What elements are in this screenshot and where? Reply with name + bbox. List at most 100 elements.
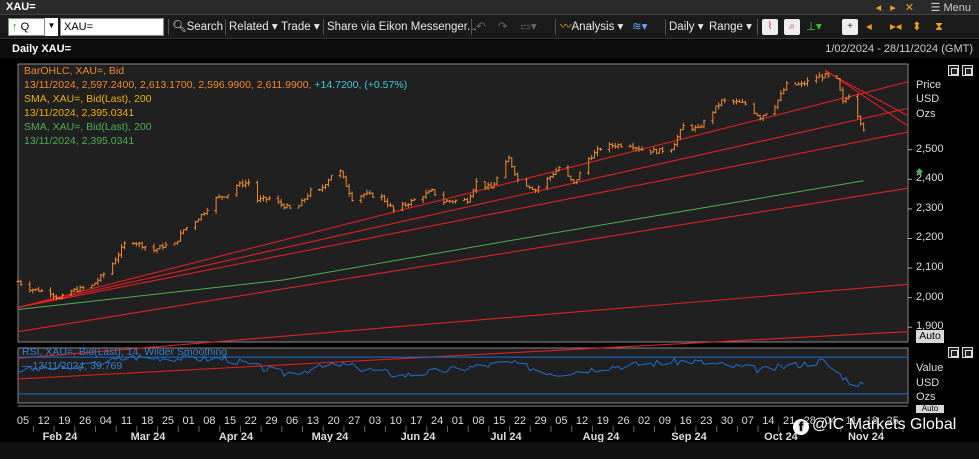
price-auto-scale-button[interactable]: Auto bbox=[916, 330, 944, 343]
interval-menu-button[interactable]: Daily ▾ bbox=[669, 18, 704, 36]
x-axis-day-label: 13 bbox=[307, 415, 319, 427]
restore-panel-icon[interactable] bbox=[948, 65, 959, 76]
legend-rsi-series: RSI, XAU=, Bid(Last), 14, Wilder Smoothi… bbox=[22, 346, 228, 358]
price-tick-label: 2,100 bbox=[916, 261, 944, 274]
x-axis-day-label: 10 bbox=[390, 415, 402, 427]
x-axis-day-label: 22 bbox=[514, 415, 526, 427]
toolbar-divider bbox=[168, 19, 169, 35]
ric-input[interactable] bbox=[60, 18, 164, 36]
trade-menu-button[interactable]: Trade ▾ bbox=[281, 18, 320, 36]
legend-sma-value-2: 13/11/2024, 2,395.0341 bbox=[24, 135, 135, 147]
x-axis-month-label: Jul 24 bbox=[490, 431, 522, 442]
restore-rsi-panel-icon[interactable] bbox=[948, 347, 959, 358]
search-icon: 🔍︎ bbox=[172, 21, 187, 33]
maximize-panel-icon[interactable] bbox=[962, 65, 973, 76]
legend-bar-values: 13/11/2024, 2,597.2400, 2,613.1700, 2,59… bbox=[24, 78, 407, 92]
window-title-bar: XAU= ◂ ▸ ✕ ☰ Menu bbox=[0, 0, 979, 15]
redo-icon[interactable]: ↷ bbox=[498, 18, 508, 36]
x-axis-day-label: 23 bbox=[700, 415, 712, 427]
x-axis-day-label: 27 bbox=[348, 415, 360, 427]
search-label: Search bbox=[186, 21, 224, 33]
x-axis-month-label: Jun 24 bbox=[401, 431, 437, 442]
price-tick-label: 2,300 bbox=[916, 201, 944, 214]
chart-title: Daily XAU= bbox=[12, 43, 71, 55]
price-tick-label: 2,500 bbox=[916, 142, 944, 155]
x-axis-day-label: 15 bbox=[224, 415, 236, 427]
x-axis-month-label: Aug 24 bbox=[583, 431, 621, 442]
x-axis-day-label: 16 bbox=[679, 415, 691, 427]
symbol-dropdown-arrow-icon[interactable]: ▼ bbox=[44, 18, 58, 36]
range-menu-button[interactable]: Range ▾ bbox=[709, 18, 752, 36]
x-axis-day-label: 29 bbox=[265, 415, 277, 427]
status-strip bbox=[0, 442, 979, 459]
x-axis-day-label: 26 bbox=[79, 415, 91, 427]
legend-rsi-value: —13/11/2024, 39.769 bbox=[22, 360, 123, 372]
line-chart-icon[interactable]: ⌇ bbox=[762, 19, 778, 35]
share-eikon-messenger-button[interactable]: Share via Eikon Messenger... bbox=[327, 18, 477, 36]
share-label: Share via Eikon Messenger... bbox=[327, 21, 477, 33]
x-axis-day-label: 30 bbox=[721, 415, 733, 427]
price-axis-title: Price bbox=[916, 79, 942, 91]
window-title: XAU= bbox=[6, 1, 36, 13]
analysis-menu-button[interactable]: 〰Analysis ▾ bbox=[560, 18, 623, 36]
legend-bar-ohlc: 13/11/2024, 2,597.2400, 2,613.1700, 2,59… bbox=[24, 79, 315, 91]
fit-vertical-icon[interactable]: ⧗ bbox=[935, 18, 943, 36]
price-axis-currency: USD bbox=[916, 93, 940, 105]
x-axis-month-label: Mar 24 bbox=[131, 431, 167, 442]
window-nav-arrows[interactable]: ◂ ▸ ✕ bbox=[876, 1, 917, 14]
legend-sma-series-1: SMA, XAU=, Bid(Last), 200 bbox=[24, 93, 152, 105]
x-axis-day-label: 06 bbox=[286, 415, 298, 427]
x-axis-day-label: 05 bbox=[17, 415, 29, 427]
expand-vertical-icon[interactable]: ⬍ bbox=[912, 18, 922, 36]
studies-icon[interactable]: ≋▾ bbox=[632, 18, 647, 36]
folder-icon[interactable]: ▭▾ bbox=[520, 18, 537, 36]
x-axis-day-label: 14 bbox=[762, 415, 774, 427]
symbol-type-value: Q bbox=[20, 21, 30, 33]
toolbar-divider bbox=[323, 19, 324, 35]
x-axis-day-label: 12 bbox=[38, 415, 50, 427]
add-panel-icon[interactable]: + bbox=[842, 19, 858, 35]
legend-bar-change: +14.7200, (+0.57%) bbox=[314, 79, 408, 91]
toolbar-divider bbox=[471, 19, 472, 35]
x-axis-day-label: 17 bbox=[410, 415, 422, 427]
related-menu-button[interactable]: Related ▾ bbox=[229, 18, 278, 36]
rsi-auto-scale-button[interactable]: Auto bbox=[916, 405, 944, 413]
crosshair-icon[interactable]: ⊥▾ bbox=[806, 18, 822, 36]
x-axis-day-label: 15 bbox=[493, 415, 505, 427]
x-axis-day-label: 11 bbox=[121, 415, 132, 427]
x-axis-day-label: 05 bbox=[555, 415, 567, 427]
scroll-left-icon[interactable]: ◂ bbox=[866, 18, 872, 36]
current-sma-marker-icon: ◆ bbox=[916, 166, 923, 176]
x-axis-day-label: 08 bbox=[203, 415, 215, 427]
related-label: Related bbox=[229, 21, 269, 33]
window-menu-button[interactable]: ☰ Menu bbox=[931, 1, 971, 14]
analysis-label: Analysis bbox=[571, 21, 615, 33]
trade-label: Trade bbox=[281, 21, 311, 33]
maximize-rsi-panel-icon[interactable] bbox=[962, 347, 973, 358]
legend-bar-series: BarOHLC, XAU=, Bid bbox=[24, 65, 125, 77]
legend-sma-value-1: 13/11/2024, 2,395.0341 bbox=[24, 107, 135, 119]
chart-header: Daily XAU= 1/02/2024 - 28/11/2024 (GMT) bbox=[0, 40, 979, 58]
search-button[interactable]: 🔍︎Search bbox=[172, 18, 223, 36]
x-axis-day-label: 01 bbox=[183, 415, 195, 427]
x-axis-month-label: Feb 24 bbox=[43, 431, 79, 442]
interval-label: Daily bbox=[669, 21, 695, 33]
price-legend: BarOHLC, XAU=, Bid 13/11/2024, 2,597.240… bbox=[24, 64, 407, 148]
x-axis-day-label: 02 bbox=[638, 415, 650, 427]
undo-icon[interactable]: ↶ bbox=[476, 18, 486, 36]
price-tick-label: 2,200 bbox=[916, 231, 944, 244]
x-axis-month-label: Sep 24 bbox=[671, 431, 707, 442]
watermark-text: @IC Markets Global bbox=[812, 416, 957, 433]
x-axis-day-label: 08 bbox=[472, 415, 484, 427]
up-arrow-icon: ↑ bbox=[12, 21, 18, 33]
collapse-icon[interactable]: ▸◂ bbox=[890, 18, 902, 36]
x-axis-day-label: 20 bbox=[327, 415, 339, 427]
x-axis-day-label: 12 bbox=[576, 415, 588, 427]
x-axis-day-label: 03 bbox=[369, 415, 381, 427]
rsi-legend: RSI, XAU=, Bid(Last), 14, Wilder Smoothi… bbox=[22, 345, 227, 373]
x-axis-day-label: 19 bbox=[597, 415, 609, 427]
x-axis-day-label: 19 bbox=[58, 415, 70, 427]
rsi-axis-unit: Ozs bbox=[916, 391, 936, 403]
rsi-axis-currency: USD bbox=[916, 377, 940, 389]
zoom-chart-icon[interactable]: ⌕ bbox=[784, 19, 800, 35]
